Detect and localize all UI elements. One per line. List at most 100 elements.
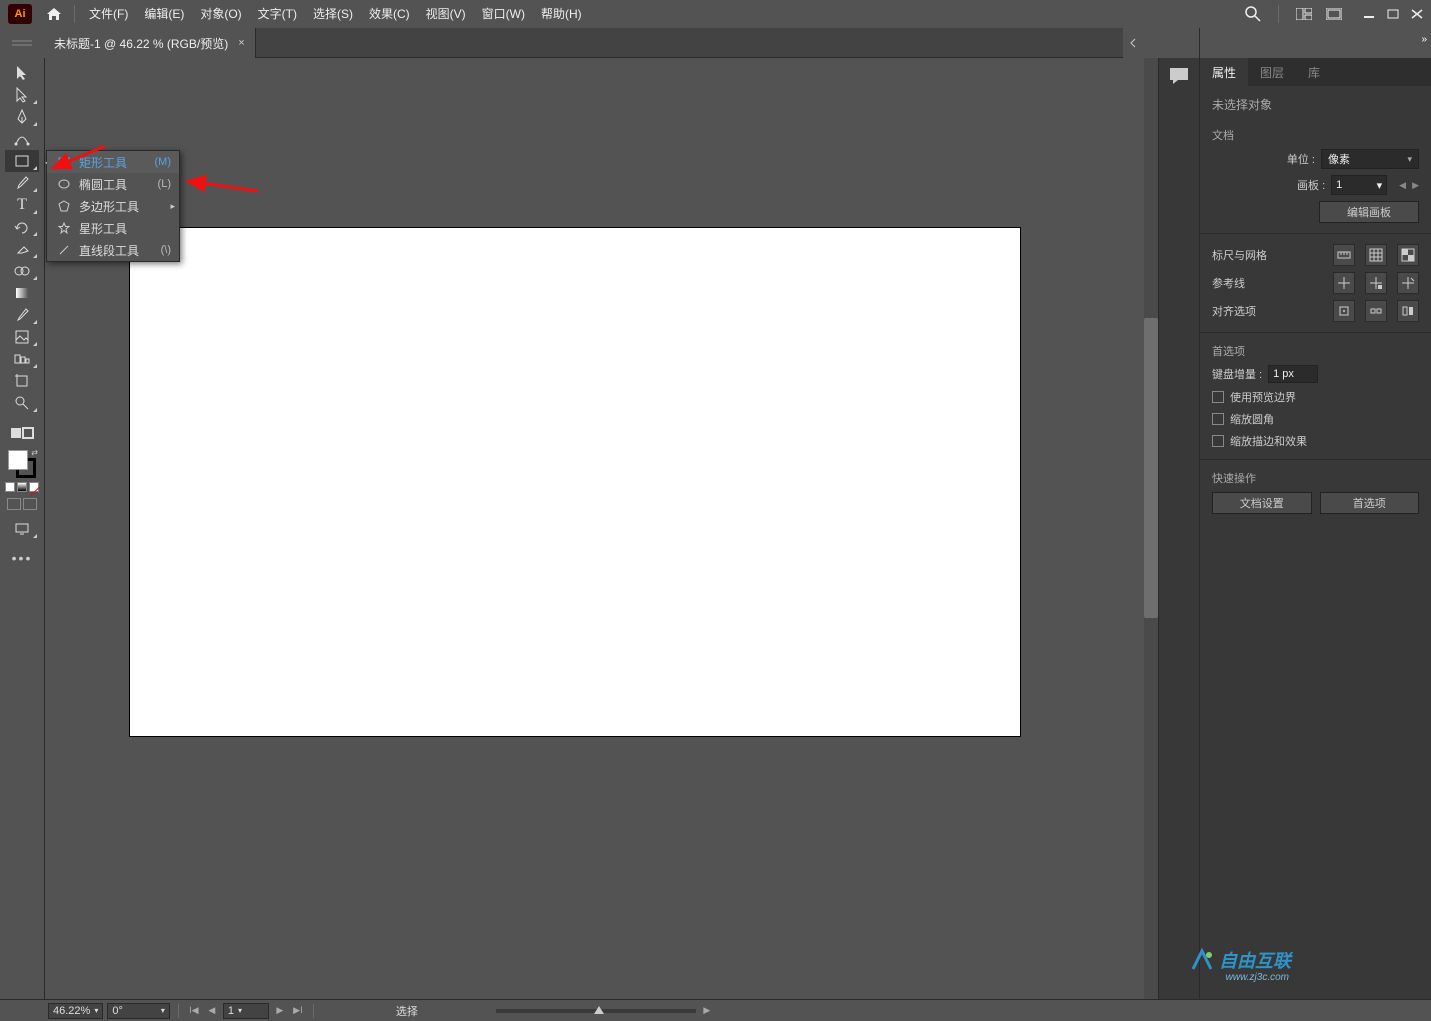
paintbrush-tool[interactable] (5, 172, 39, 194)
artboard-nav[interactable]: ◀▶ (1399, 180, 1419, 191)
place-tool[interactable] (5, 326, 39, 348)
next-artboard-button[interactable]: ▶ (273, 1004, 287, 1018)
menu-file[interactable]: 文件(F) (81, 0, 136, 28)
scale-corners-checkbox[interactable]: 缩放圆角 (1212, 411, 1419, 427)
artboard[interactable] (130, 228, 1020, 736)
edit-toolbar-button[interactable]: ••• (12, 550, 33, 566)
rotation-dropdown[interactable]: 0° ▾ (107, 1003, 170, 1019)
menu-help[interactable]: 帮助(H) (533, 0, 590, 28)
maximize-button[interactable] (1387, 9, 1401, 19)
curvature-tool[interactable] (5, 128, 39, 150)
flyout-line-tool[interactable]: 直线段工具 (\) (47, 239, 179, 261)
tab-libraries[interactable]: 库 (1296, 58, 1332, 86)
preferences-button[interactable]: 首选项 (1320, 492, 1420, 514)
transparency-grid-toggle[interactable] (1397, 244, 1419, 266)
color-mode-none[interactable] (29, 482, 39, 492)
prev-artboard-button[interactable]: ◀ (205, 1004, 219, 1018)
menu-edit[interactable]: 编辑(E) (136, 0, 192, 28)
snap-pixel-icon (1337, 304, 1351, 318)
workspace-button[interactable] (1323, 3, 1345, 25)
snap-grid[interactable] (1397, 300, 1419, 322)
color-mode-solid[interactable] (5, 482, 15, 492)
scrollbar-thumb[interactable] (1144, 318, 1158, 618)
status-bar: 46.22%▾ 0° ▾ I◀ ◀ 1▾ ▶ ▶I 选择 ▶ (0, 999, 1431, 1021)
zoom-level-dropdown[interactable]: 46.22%▾ (48, 1003, 103, 1019)
draw-behind[interactable] (23, 498, 37, 510)
arrow-cursor-outline-icon (15, 87, 29, 103)
menu-type[interactable]: 文字(T) (250, 0, 305, 28)
document-tab[interactable]: 未标题-1 @ 46.22 % (RGB/预览) × (44, 28, 256, 58)
key-increment-input[interactable] (1268, 365, 1318, 383)
edit-artboard-button[interactable]: 编辑画板 (1319, 201, 1419, 223)
collapse-panel-button[interactable]: » (1421, 34, 1427, 45)
rotate-tool[interactable] (5, 216, 39, 238)
artboard-dropdown[interactable]: 1▾ (1331, 175, 1387, 195)
panel-grip[interactable]: » (1199, 28, 1431, 58)
snap-pixel[interactable] (1333, 300, 1355, 322)
expand-tabs-button[interactable] (1123, 28, 1143, 58)
arrange-docs-button[interactable] (1293, 3, 1315, 25)
selection-tool[interactable] (5, 62, 39, 84)
doc-setup-button[interactable]: 文档设置 (1212, 492, 1312, 514)
search-icon (1245, 6, 1261, 22)
flyout-ellipse-tool[interactable]: 椭圆工具 (L) (47, 173, 179, 195)
pen-tool[interactable] (5, 106, 39, 128)
close-tab-button[interactable]: × (238, 37, 244, 49)
menu-object[interactable]: 对象(O) (192, 0, 249, 28)
grid-toggle[interactable] (1365, 244, 1387, 266)
flyout-star-tool[interactable]: 星形工具 (47, 217, 179, 239)
units-dropdown[interactable]: 像素▾ (1321, 149, 1419, 169)
guides-visibility[interactable] (1333, 272, 1355, 294)
rectangle-tool[interactable] (5, 150, 39, 172)
tab-properties[interactable]: 属性 (1200, 58, 1248, 86)
home-button[interactable] (40, 0, 68, 28)
gradient-tool[interactable] (5, 282, 39, 304)
draw-normal[interactable] (7, 498, 21, 510)
shape-builder-tool[interactable] (5, 260, 39, 282)
fill-color[interactable] (8, 450, 28, 470)
comments-button[interactable] (1168, 66, 1190, 999)
first-artboard-button[interactable]: I◀ (187, 1004, 201, 1018)
flyout-polygon-tool[interactable]: 多边形工具 ▸ (47, 195, 179, 217)
last-artboard-button[interactable]: ▶I (291, 1004, 305, 1018)
close-button[interactable] (1411, 9, 1425, 19)
width-tool[interactable] (5, 348, 39, 370)
guides-lock[interactable] (1365, 272, 1387, 294)
menu-view[interactable]: 视图(V) (418, 0, 474, 28)
swap-colors-icon[interactable]: ⇄ (31, 448, 38, 457)
fill-stroke-toggle[interactable] (5, 422, 39, 444)
menu-select[interactable]: 选择(S) (305, 0, 361, 28)
eyedropper-tool[interactable] (5, 304, 39, 326)
ruler-toggle[interactable] (1333, 244, 1355, 266)
section-document: 文档 (1212, 127, 1419, 143)
minimize-button[interactable] (1363, 9, 1377, 19)
zoom-tool[interactable] (5, 392, 39, 414)
toolbar-grip[interactable] (0, 28, 44, 58)
smart-guides[interactable] (1397, 272, 1419, 294)
eraser-tool[interactable] (5, 238, 39, 260)
menu-effect[interactable]: 效果(C) (361, 0, 418, 28)
annotation-arrow-1 (45, 144, 115, 174)
dock-grip[interactable] (1143, 28, 1159, 58)
snap-point[interactable] (1365, 300, 1387, 322)
artboard-nav-value: 1 (228, 1005, 234, 1017)
color-mode-gradient[interactable] (17, 482, 27, 492)
artboard-label: 画板 : (1287, 177, 1325, 193)
collapsed-dock (1159, 58, 1199, 999)
scale-strokes-checkbox[interactable]: 缩放描边和效果 (1212, 433, 1419, 449)
direct-selection-tool[interactable] (5, 84, 39, 106)
canvas-area[interactable] (45, 58, 1158, 999)
color-swatch[interactable]: ⇄ (8, 450, 36, 478)
status-slider[interactable] (496, 1009, 696, 1013)
menu-window[interactable]: 窗口(W) (474, 0, 533, 28)
vertical-scrollbar[interactable] (1144, 58, 1158, 999)
screen-mode-button[interactable] (5, 518, 39, 540)
artboard-tool[interactable] (5, 370, 39, 392)
type-tool[interactable]: T (5, 194, 39, 216)
tab-layers[interactable]: 图层 (1248, 58, 1296, 86)
preview-bounds-checkbox[interactable]: 使用预览边界 (1212, 389, 1419, 405)
artboard-nav-dropdown[interactable]: 1▾ (223, 1003, 269, 1019)
search-button[interactable] (1242, 3, 1264, 25)
slider-next[interactable]: ▶ (700, 1004, 714, 1018)
slider-thumb[interactable] (594, 1006, 604, 1014)
